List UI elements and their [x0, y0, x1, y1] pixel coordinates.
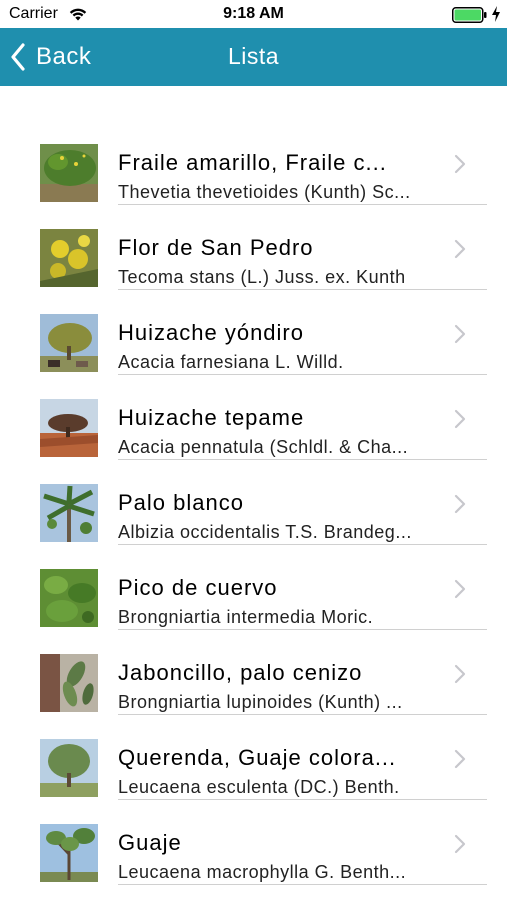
bolt-icon — [492, 6, 500, 22]
navigation-bar: Back Lista — [0, 28, 507, 86]
chevron-right-icon — [454, 579, 466, 599]
status-bar: Carrier 9:18 AM — [0, 0, 507, 28]
battery-icon — [452, 7, 487, 23]
list-item[interactable]: Flor de San Pedro Tecoma stans (L.) Juss… — [0, 205, 507, 290]
item-common-name: Palo blanco — [118, 490, 244, 515]
item-scientific-name: Albizia occidentalis T.S. Brandeg... — [118, 522, 412, 542]
plant-thumbnail — [40, 484, 98, 542]
list-item[interactable]: Jaboncillo, palo cenizo Brongniartia lup… — [0, 630, 507, 715]
chevron-right-icon — [454, 409, 466, 429]
list-item[interactable]: Huizache yóndiro Acacia farnesiana L. Wi… — [0, 290, 507, 375]
item-scientific-name: Acacia pennatula (Schldl. & Cha... — [118, 437, 409, 457]
page-title: Lista — [227, 43, 280, 69]
plant-thumbnail — [40, 569, 98, 627]
item-common-name: Huizache tepame — [118, 405, 305, 430]
item-common-name: Guaje — [118, 830, 182, 855]
clock: 9:18 AM — [223, 5, 284, 22]
plant-thumbnail — [40, 654, 98, 712]
item-scientific-name: Thevetia thevetioides (Kunth) Sc... — [118, 182, 411, 202]
list-item[interactable]: Guaje Leucaena macrophylla G. Benth... — [0, 800, 507, 885]
chevron-right-icon — [454, 749, 466, 769]
list-item[interactable]: Huizache tepame Acacia pennatula (Schldl… — [0, 375, 507, 460]
chevron-right-icon — [454, 834, 466, 854]
plant-thumbnail — [40, 399, 98, 457]
chevron-right-icon — [454, 154, 466, 174]
species-list: Fraile amarillo, Fraile c... Thevetia th… — [0, 120, 507, 885]
plant-thumbnail — [40, 144, 98, 202]
item-scientific-name: Tecoma stans (L.) Juss. ex. Kunth — [118, 267, 406, 287]
plant-thumbnail — [40, 229, 98, 287]
plant-thumbnail — [40, 739, 98, 797]
item-common-name: Querenda, Guaje colora... — [118, 745, 397, 770]
chevron-right-icon — [454, 664, 466, 684]
row-divider — [118, 884, 487, 885]
item-common-name: Flor de San Pedro — [118, 235, 314, 260]
chevron-right-icon — [454, 494, 466, 514]
list-item[interactable]: Querenda, Guaje colora... Leucaena escul… — [0, 715, 507, 800]
plant-thumbnail — [40, 824, 98, 882]
chevron-right-icon — [454, 324, 466, 344]
list-item[interactable]: Palo blanco Albizia occidentalis T.S. Br… — [0, 460, 507, 545]
chevron-right-icon — [454, 239, 466, 259]
item-common-name: Pico de cuervo — [118, 575, 278, 600]
plant-thumbnail — [40, 314, 98, 372]
item-scientific-name: Leucaena esculenta (DC.) Benth. — [118, 777, 400, 797]
item-scientific-name: Acacia farnesiana L. Willd. — [118, 352, 344, 372]
item-common-name: Huizache yóndiro — [118, 320, 304, 345]
list-item[interactable]: Fraile amarillo, Fraile c... Thevetia th… — [0, 120, 507, 205]
item-scientific-name: Leucaena macrophylla G. Benth... — [118, 862, 407, 882]
list-item[interactable]: Pico de cuervo Brongniartia intermedia M… — [0, 545, 507, 630]
item-common-name: Jaboncillo, palo cenizo — [118, 660, 363, 685]
item-scientific-name: Brongniartia intermedia Moric. — [118, 607, 374, 627]
item-common-name: Fraile amarillo, Fraile c... — [118, 150, 387, 175]
item-scientific-name: Brongniartia lupinoides (Kunth) ... — [118, 692, 403, 712]
